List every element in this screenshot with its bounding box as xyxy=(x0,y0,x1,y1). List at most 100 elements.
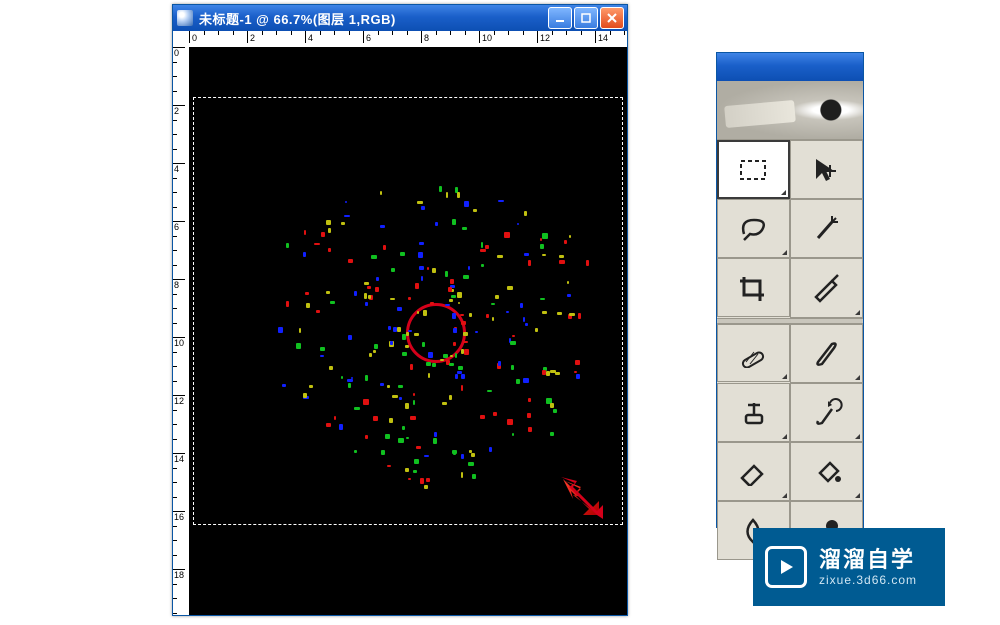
slice-tool[interactable] xyxy=(790,258,863,317)
particle xyxy=(540,298,545,300)
particle xyxy=(461,374,465,379)
particle xyxy=(461,454,464,459)
history-brush-tool[interactable] xyxy=(790,383,863,442)
particle xyxy=(424,455,428,458)
particle xyxy=(463,275,469,279)
particle xyxy=(390,298,394,300)
particle xyxy=(480,415,486,419)
particle xyxy=(542,233,548,239)
particle xyxy=(371,255,377,259)
particle xyxy=(428,352,433,358)
particle xyxy=(373,416,378,421)
toolbox-panel[interactable] xyxy=(716,52,864,528)
particle xyxy=(564,240,567,243)
canvas[interactable] xyxy=(189,47,627,615)
crop-tool[interactable] xyxy=(717,258,790,317)
particle xyxy=(528,427,531,432)
particle xyxy=(339,424,343,429)
particle xyxy=(374,344,378,350)
particle xyxy=(278,327,282,333)
particle xyxy=(420,478,424,484)
particle xyxy=(390,341,392,345)
particle xyxy=(485,245,489,250)
particle xyxy=(550,403,554,408)
eraser-tool[interactable] xyxy=(717,442,790,501)
titlebar[interactable]: 未标题-1 @ 66.7%(图层 1,RGB) xyxy=(173,5,627,31)
particle xyxy=(416,446,420,449)
particle xyxy=(445,271,448,277)
particle xyxy=(516,379,519,384)
particle xyxy=(303,393,307,398)
particle xyxy=(326,291,330,293)
particle xyxy=(507,286,512,290)
particle xyxy=(498,200,504,202)
toolbox-titlebar[interactable] xyxy=(717,53,863,81)
particle xyxy=(326,220,331,224)
particle xyxy=(365,375,368,381)
particle xyxy=(471,453,475,458)
minimize-button[interactable] xyxy=(548,7,572,29)
vertical-ruler[interactable]: 024681012141618 xyxy=(173,47,189,615)
particle xyxy=(328,248,331,252)
watermark-badge: 溜溜自学 zixue.3d66.com xyxy=(753,528,945,606)
particle xyxy=(510,341,516,345)
particle xyxy=(432,268,436,273)
particle xyxy=(426,478,431,483)
particle xyxy=(400,252,405,256)
particle xyxy=(450,279,453,284)
particle xyxy=(326,423,330,427)
particle xyxy=(334,416,336,420)
particle xyxy=(354,407,360,410)
particle xyxy=(453,328,457,333)
particle xyxy=(524,253,529,256)
particle xyxy=(421,206,424,210)
canvas-viewport[interactable] xyxy=(189,47,627,615)
particle xyxy=(497,255,503,257)
app-icon xyxy=(177,10,193,26)
particle xyxy=(586,260,589,266)
lasso-tool[interactable] xyxy=(717,199,790,258)
clone-stamp-tool[interactable] xyxy=(717,383,790,442)
particle xyxy=(427,267,429,270)
particle xyxy=(480,249,486,252)
particle xyxy=(402,334,406,340)
particle xyxy=(365,302,367,306)
horizontal-ruler[interactable]: 02468101214 xyxy=(189,31,627,47)
document-body: 02468101214 024681012141618 xyxy=(173,31,627,615)
paint-bucket-tool[interactable] xyxy=(790,442,863,501)
brush-tool[interactable] xyxy=(790,324,863,383)
particle xyxy=(397,327,401,332)
particle xyxy=(486,314,489,318)
ruler-origin[interactable] xyxy=(173,31,189,47)
close-button[interactable] xyxy=(600,7,624,29)
particle xyxy=(385,434,390,439)
particle xyxy=(535,328,538,332)
magic-wand-tool[interactable] xyxy=(790,199,863,258)
maximize-button[interactable] xyxy=(574,7,598,29)
annotation-arrow-icon xyxy=(559,475,603,519)
particle xyxy=(449,395,452,400)
particle xyxy=(419,266,424,270)
particle xyxy=(391,268,396,273)
particle xyxy=(464,349,470,354)
submenu-indicator-icon xyxy=(855,434,860,439)
particle xyxy=(461,472,463,478)
particle xyxy=(369,353,371,357)
particle xyxy=(559,255,564,258)
particle xyxy=(528,260,530,266)
rectangular-marquee-tool[interactable] xyxy=(717,140,790,199)
move-tool[interactable] xyxy=(790,140,863,199)
particle xyxy=(392,395,398,398)
particle xyxy=(492,317,494,321)
particle xyxy=(443,354,449,358)
particle xyxy=(528,398,531,402)
particle xyxy=(380,383,384,385)
particle xyxy=(464,201,468,206)
particle xyxy=(380,225,386,227)
healing-brush-tool[interactable] xyxy=(717,324,790,383)
particle xyxy=(316,310,320,313)
particle xyxy=(458,302,460,304)
particle xyxy=(569,313,575,316)
submenu-indicator-icon xyxy=(855,310,860,315)
particle xyxy=(406,437,409,439)
